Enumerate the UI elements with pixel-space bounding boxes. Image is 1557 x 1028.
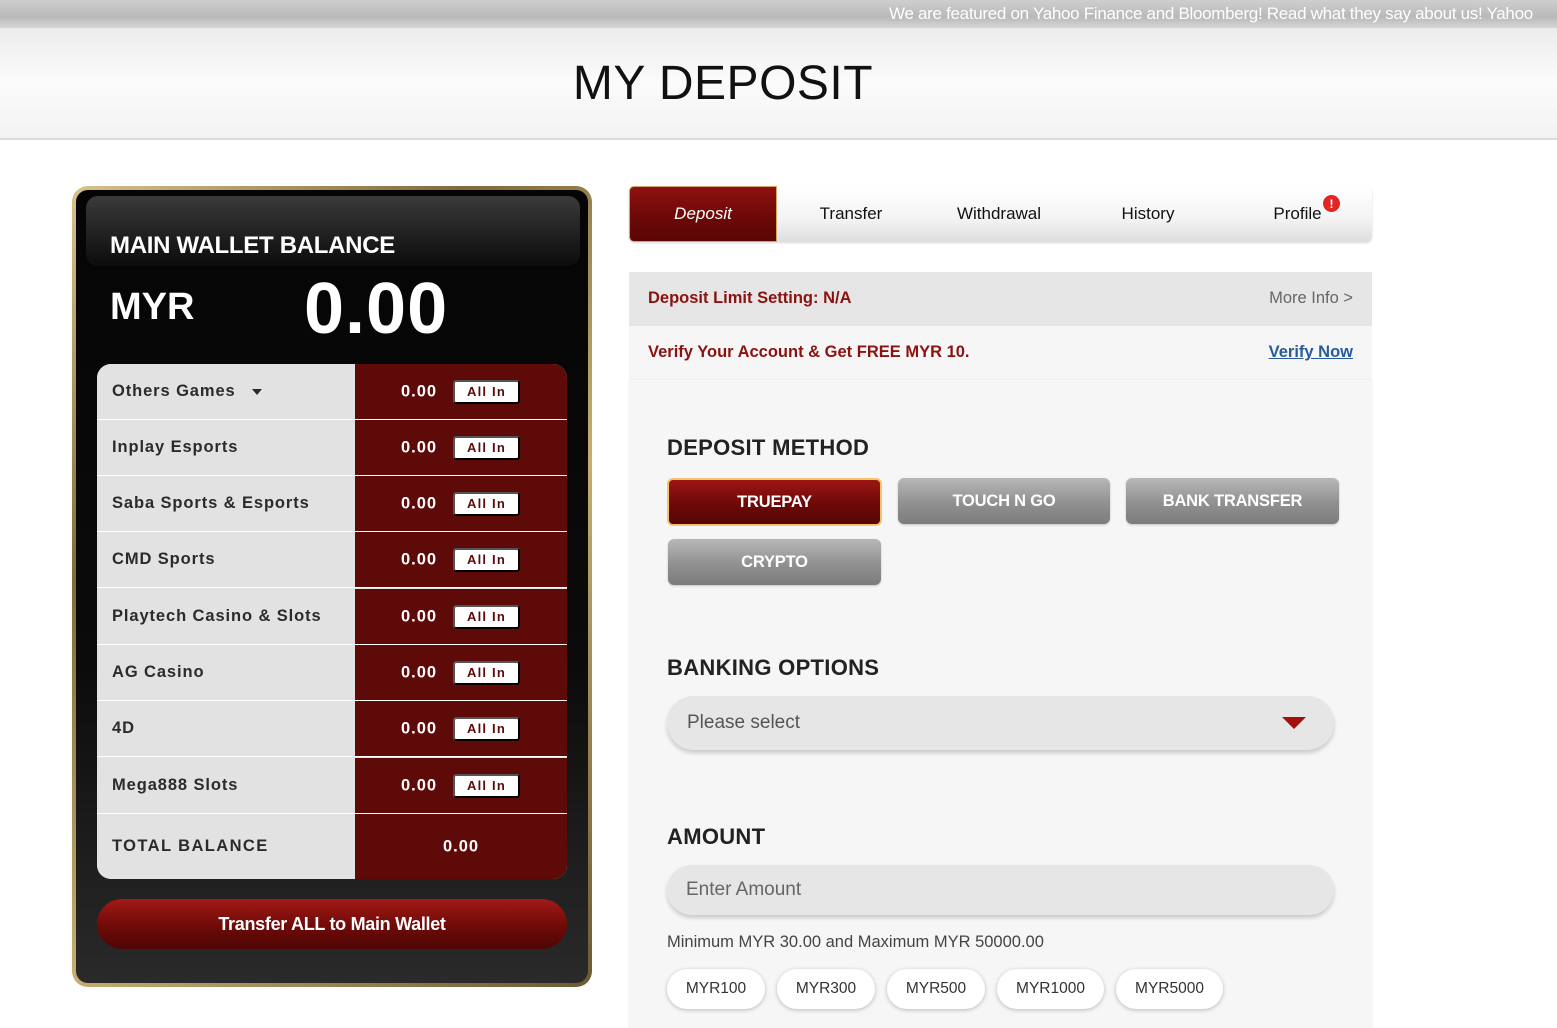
method-truepay-button[interactable]: TRUEPAY [667,478,882,526]
quick-amount-chip[interactable]: MYR5000 [1116,969,1223,1009]
deposit-form: DEPOSIT METHOD TRUEPAY TOUCH N GO BANK T… [629,380,1372,1028]
all-in-button[interactable]: All In [453,435,520,460]
banking-options-select[interactable]: Please select [667,696,1334,750]
all-in-button[interactable]: All In [453,604,520,629]
page-title: MY DEPOSIT [572,57,874,110]
page-header: MY DEPOSIT [0,28,1557,140]
game-row-playtech: Playtech Casino & Slots 0.00 All In [97,589,567,645]
game-amount: 0.00 [401,719,438,737]
game-value-cell: 0.00 All In [355,364,567,420]
quick-amount-chip[interactable]: MYR500 [887,969,985,1009]
tab-withdrawal[interactable]: Withdrawal [925,186,1073,242]
game-value-cell: 0.00 All In [355,758,567,814]
marquee-text: We are featured on Yahoo Finance and Blo… [889,4,1533,23]
tab-profile[interactable]: Profile [1223,186,1372,242]
deposit-method-title: DEPOSIT METHOD [667,435,870,460]
total-label-text: TOTAL BALANCE [112,837,269,855]
method-bank-transfer-button[interactable]: BANK TRANSFER [1126,478,1339,524]
game-name: AG Casino [112,663,205,681]
game-amount: 0.00 [401,494,438,512]
game-value-cell: 0.00 All In [355,645,567,701]
all-in-button[interactable]: All In [453,379,520,404]
game-name: CMD Sports [112,550,216,568]
wallet-balance: 0.00 [304,269,449,349]
total-balance-row: TOTAL BALANCE 0.00 [97,814,567,879]
game-name: 4D [112,719,135,737]
all-in-button[interactable]: All In [453,716,520,741]
game-name-cell: CMD Sports [97,532,355,588]
amount-limit-hint: Minimum MYR 30.00 and Maximum MYR 50000.… [667,933,1044,951]
all-in-button[interactable]: All In [453,547,520,572]
verify-now-link[interactable]: Verify Now [1269,343,1353,362]
quick-amount-chip[interactable]: MYR1000 [997,969,1104,1009]
game-row-others-games[interactable]: Others Games 0.00 All In [97,364,567,420]
banking-select-placeholder: Please select [687,712,801,733]
game-name-cell: Mega888 Slots [97,758,355,814]
game-amount: 0.00 [401,382,438,400]
amount-input[interactable] [667,865,1334,915]
wallet-title: MAIN WALLET BALANCE [110,232,395,259]
game-value-cell: 0.00 All In [355,532,567,588]
game-name: Mega888 Slots [112,776,239,794]
game-amount: 0.00 [401,607,438,625]
method-touch-n-go-button[interactable]: TOUCH N GO [898,478,1110,524]
game-name-cell: AG Casino [97,645,355,701]
transfer-all-button[interactable]: Transfer ALL to Main Wallet [97,899,567,949]
game-name-cell[interactable]: Others Games [97,364,355,420]
game-name: Saba Sports & Esports [112,494,310,512]
all-in-button[interactable]: All In [453,491,520,516]
game-row-cmd-sports: CMD Sports 0.00 All In [97,532,567,588]
wallet-currency: MYR [110,286,195,328]
tab-deposit[interactable]: Deposit [629,186,777,242]
all-in-button[interactable]: All In [453,773,520,798]
deposit-limit-text: Deposit Limit Setting: N/A [648,289,852,307]
game-value-cell: 0.00 All In [355,589,567,645]
game-name-cell: Inplay Esports [97,420,355,476]
game-name-cell: Playtech Casino & Slots [97,589,355,645]
game-amount: 0.00 [401,550,438,568]
game-amount: 0.00 [401,438,438,456]
quick-amount-chip[interactable]: MYR100 [667,969,765,1009]
game-row-inplay-esports: Inplay Esports 0.00 All In [97,420,567,476]
game-row-mega888: Mega888 Slots 0.00 All In [97,758,567,814]
method-crypto-button[interactable]: CRYPTO [668,539,881,585]
total-balance-amount: 0.00 [442,837,480,855]
chevron-down-icon[interactable] [251,388,262,395]
all-in-button[interactable]: All In [453,660,520,685]
game-row-saba-sports: Saba Sports & Esports 0.00 All In [97,476,567,532]
game-name-cell: Saba Sports & Esports [97,476,355,532]
verify-account-text: Verify Your Account & Get FREE MYR 10. [648,343,970,361]
game-amount: 0.00 [401,776,438,794]
tab-history[interactable]: History [1073,186,1223,242]
amount-title: AMOUNT [667,824,766,849]
quick-amount-chip[interactable]: MYR300 [777,969,875,1009]
more-info-link[interactable]: More Info > [1269,289,1353,308]
game-name: Inplay Esports [112,438,239,456]
game-name-cell: 4D [97,701,355,757]
wallet-panel-inner: MAIN WALLET BALANCE MYR 0.00 Others Game… [76,190,588,983]
game-wallet-list: Others Games 0.00 All In Inplay Esports … [97,364,567,879]
deposit-limit-bar: Deposit Limit Setting: N/A More Info > [629,272,1372,326]
total-balance-label: TOTAL BALANCE [97,814,355,879]
game-value-cell: 0.00 All In [355,420,567,476]
game-value-cell: 0.00 All In [355,476,567,532]
banking-options-title: BANKING OPTIONS [667,655,880,680]
tab-transfer[interactable]: Transfer [777,186,925,242]
chevron-down-icon [1282,717,1306,729]
account-tabs: Deposit Transfer Withdrawal History Prof… [629,186,1372,242]
game-value-cell: 0.00 All In [355,701,567,757]
wallet-panel: MAIN WALLET BALANCE MYR 0.00 Others Game… [72,186,592,987]
total-value-cell: 0.00 [355,814,567,879]
game-row-ag-casino: AG Casino 0.00 All In [97,645,567,701]
game-name: Others Games [112,382,236,400]
game-name: Playtech Casino & Slots [112,607,322,625]
game-amount: 0.00 [401,663,438,681]
announcement-marquee: We are featured on Yahoo Finance and Blo… [0,0,1557,28]
verify-account-bar: Verify Your Account & Get FREE MYR 10. V… [629,326,1372,380]
game-row-4d: 4D 0.00 All In [97,701,567,757]
alert-badge-icon: ! [1322,194,1341,213]
